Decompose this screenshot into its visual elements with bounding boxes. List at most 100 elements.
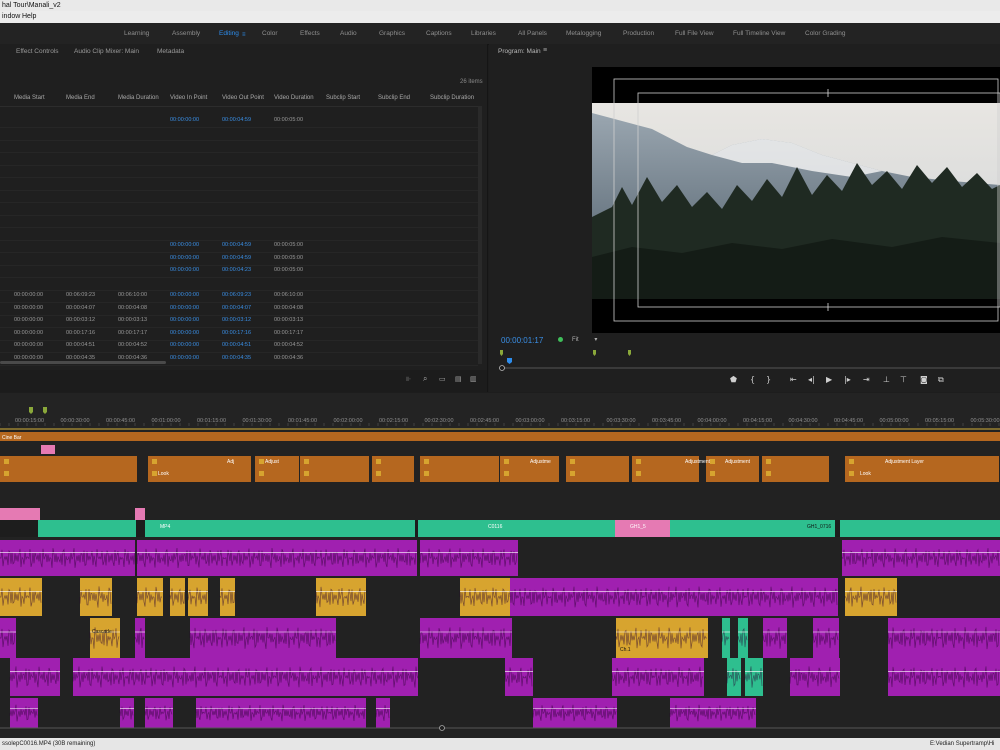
- fx-badge-icon[interactable]: [4, 471, 9, 476]
- table-row[interactable]: [0, 215, 478, 228]
- col-subclip-end[interactable]: Subclip End: [378, 95, 410, 101]
- table-row[interactable]: 00:00:00:00 00:00:03:12 00:00:03:13 00:00:0…: [0, 315, 478, 328]
- fx-badge-icon[interactable]: [636, 459, 641, 464]
- col-video-duration[interactable]: Video Duration: [274, 95, 314, 101]
- extract-icon[interactable]: ⊤: [900, 375, 907, 384]
- fx-badge-icon[interactable]: [570, 471, 575, 476]
- clip-pink[interactable]: [41, 445, 55, 454]
- export-frame-icon[interactable]: ◙: [920, 375, 928, 384]
- clip-video[interactable]: [38, 520, 136, 537]
- table-row[interactable]: 00:00:00:00 00:00:04:59 00:00:05:00: [0, 240, 478, 253]
- workspace-editing[interactable]: Editing: [219, 23, 239, 44]
- fx-badge-icon[interactable]: [152, 471, 157, 476]
- play-icon[interactable]: ▶: [826, 375, 832, 384]
- table-row[interactable]: [0, 128, 478, 141]
- fx-badge-icon[interactable]: [152, 459, 157, 464]
- fx-badge-icon[interactable]: [710, 471, 715, 476]
- clip-pink[interactable]: [0, 508, 40, 520]
- workspace-full-timeline-view[interactable]: Full Timeline View: [733, 23, 785, 44]
- table-row[interactable]: [0, 178, 478, 191]
- clip-cine-bar[interactable]: [0, 432, 1000, 441]
- col-subclip-start[interactable]: Subclip Start: [326, 95, 360, 101]
- workspace-graphics[interactable]: Graphics: [379, 23, 405, 44]
- fx-badge-icon[interactable]: [4, 459, 9, 464]
- clip-audio[interactable]: [510, 578, 670, 616]
- icon-view-icon[interactable]: ⊪: [406, 376, 411, 383]
- table-row[interactable]: [0, 140, 478, 153]
- clip-video[interactable]: [418, 520, 618, 537]
- fx-badge-icon[interactable]: [570, 459, 575, 464]
- workspace-assembly[interactable]: Assembly: [172, 23, 200, 44]
- fx-badge-icon[interactable]: [424, 459, 429, 464]
- table-row[interactable]: 00:00:00:00 00:00:04:23 00:00:05:00: [0, 265, 478, 278]
- menu-window[interactable]: indow: [2, 11, 20, 23]
- fx-badge-icon[interactable]: [636, 471, 641, 476]
- clip-pink[interactable]: [135, 508, 145, 520]
- table-row[interactable]: 00:00:00:00 00:06:09:23 00:06:10:00 00:00:0…: [0, 290, 478, 303]
- workspace-all-panels[interactable]: All Panels: [518, 23, 547, 44]
- col-media-start[interactable]: Media Start: [14, 95, 45, 101]
- clip-audio[interactable]: [190, 618, 336, 658]
- fx-badge-icon[interactable]: [766, 459, 771, 464]
- workspace-full-file-view[interactable]: Full File View: [675, 23, 714, 44]
- clip-audio[interactable]: [813, 618, 839, 658]
- workspace-audio[interactable]: Audio: [340, 23, 357, 44]
- table-row[interactable]: [0, 228, 478, 241]
- fx-badge-icon[interactable]: [710, 459, 715, 464]
- fx-badge-icon[interactable]: [424, 471, 429, 476]
- step-forward-icon[interactable]: |▸: [844, 375, 851, 384]
- mark-out-icon[interactable]: }: [766, 375, 771, 384]
- lift-icon[interactable]: ⊥: [883, 375, 890, 384]
- scrub-handle[interactable]: [499, 365, 505, 371]
- zoom-select[interactable]: Fit ▾: [572, 336, 597, 343]
- new-item-icon[interactable]: ▤: [455, 375, 462, 383]
- step-back-icon[interactable]: ◂|: [808, 375, 815, 384]
- table-row[interactable]: [0, 153, 478, 166]
- col-media-duration[interactable]: Media Duration: [118, 95, 159, 101]
- find-icon[interactable]: ⌕: [423, 374, 427, 384]
- clip-audio[interactable]: [137, 540, 417, 576]
- clip-adjustment-layer[interactable]: [762, 456, 829, 482]
- playhead-icon[interactable]: [507, 358, 512, 364]
- col-video-in-point[interactable]: Video In Point: [170, 95, 207, 101]
- workspace-learning[interactable]: Learning: [124, 23, 149, 44]
- workspace-effects[interactable]: Effects: [300, 23, 320, 44]
- table-row[interactable]: [0, 165, 478, 178]
- table-row[interactable]: [0, 203, 478, 216]
- table-row[interactable]: 00:00:00:00 00:00:17:16 00:00:17:17 00:00:0…: [0, 328, 478, 341]
- program-timecode[interactable]: 00:00:01:17: [501, 336, 543, 345]
- workspace-metalogging[interactable]: Metalogging: [566, 23, 601, 44]
- tab-metadata[interactable]: Metadata: [157, 48, 184, 55]
- workspace-color-grading[interactable]: Color Grading: [805, 23, 845, 44]
- fx-badge-icon[interactable]: [304, 459, 309, 464]
- go-to-out-icon[interactable]: ⇥: [863, 375, 870, 384]
- workspace-menu-icon[interactable]: ≡: [242, 32, 246, 38]
- table-row[interactable]: 00:00:00:00 00:00:04:07 00:00:04:08 00:00:0…: [0, 303, 478, 316]
- tab-audio-clip-mixer[interactable]: Audio Clip Mixer: Main: [74, 48, 139, 55]
- fx-badge-icon[interactable]: [376, 459, 381, 464]
- workspace-captions[interactable]: Captions: [426, 23, 452, 44]
- program-menu-icon[interactable]: ≡: [543, 47, 547, 54]
- fx-badge-icon[interactable]: [376, 471, 381, 476]
- clip-audio[interactable]: [376, 698, 390, 728]
- new-bin-icon[interactable]: ▭: [439, 375, 446, 383]
- col-subclip-duration[interactable]: Subclip Duration: [430, 95, 474, 101]
- fx-badge-icon[interactable]: [504, 459, 509, 464]
- table-row[interactable]: 00:00:00:00 00:00:04:59 00:00:05:00: [0, 115, 478, 128]
- clip-adjustment-layer[interactable]: [300, 456, 369, 482]
- workspace-production[interactable]: Production: [623, 23, 654, 44]
- compare-view-icon[interactable]: ⧉: [938, 375, 944, 385]
- table-row[interactable]: [0, 190, 478, 203]
- col-media-end[interactable]: Media End: [66, 95, 95, 101]
- table-row[interactable]: 00:00:00:00 00:00:04:51 00:00:04:52 00:00:0…: [0, 340, 478, 353]
- clip-adjustment-layer[interactable]: [0, 456, 137, 482]
- fx-badge-icon[interactable]: [504, 471, 509, 476]
- go-to-in-icon[interactable]: ⇤: [790, 375, 797, 384]
- clip-audio[interactable]: [137, 578, 163, 616]
- fx-badge-icon[interactable]: [849, 459, 854, 464]
- clip-video[interactable]: [840, 520, 1000, 537]
- menu-help[interactable]: Help: [22, 11, 36, 23]
- list-vertical-scrollbar[interactable]: [478, 106, 482, 364]
- program-mini-timeline[interactable]: [498, 350, 1000, 372]
- fx-badge-icon[interactable]: [304, 471, 309, 476]
